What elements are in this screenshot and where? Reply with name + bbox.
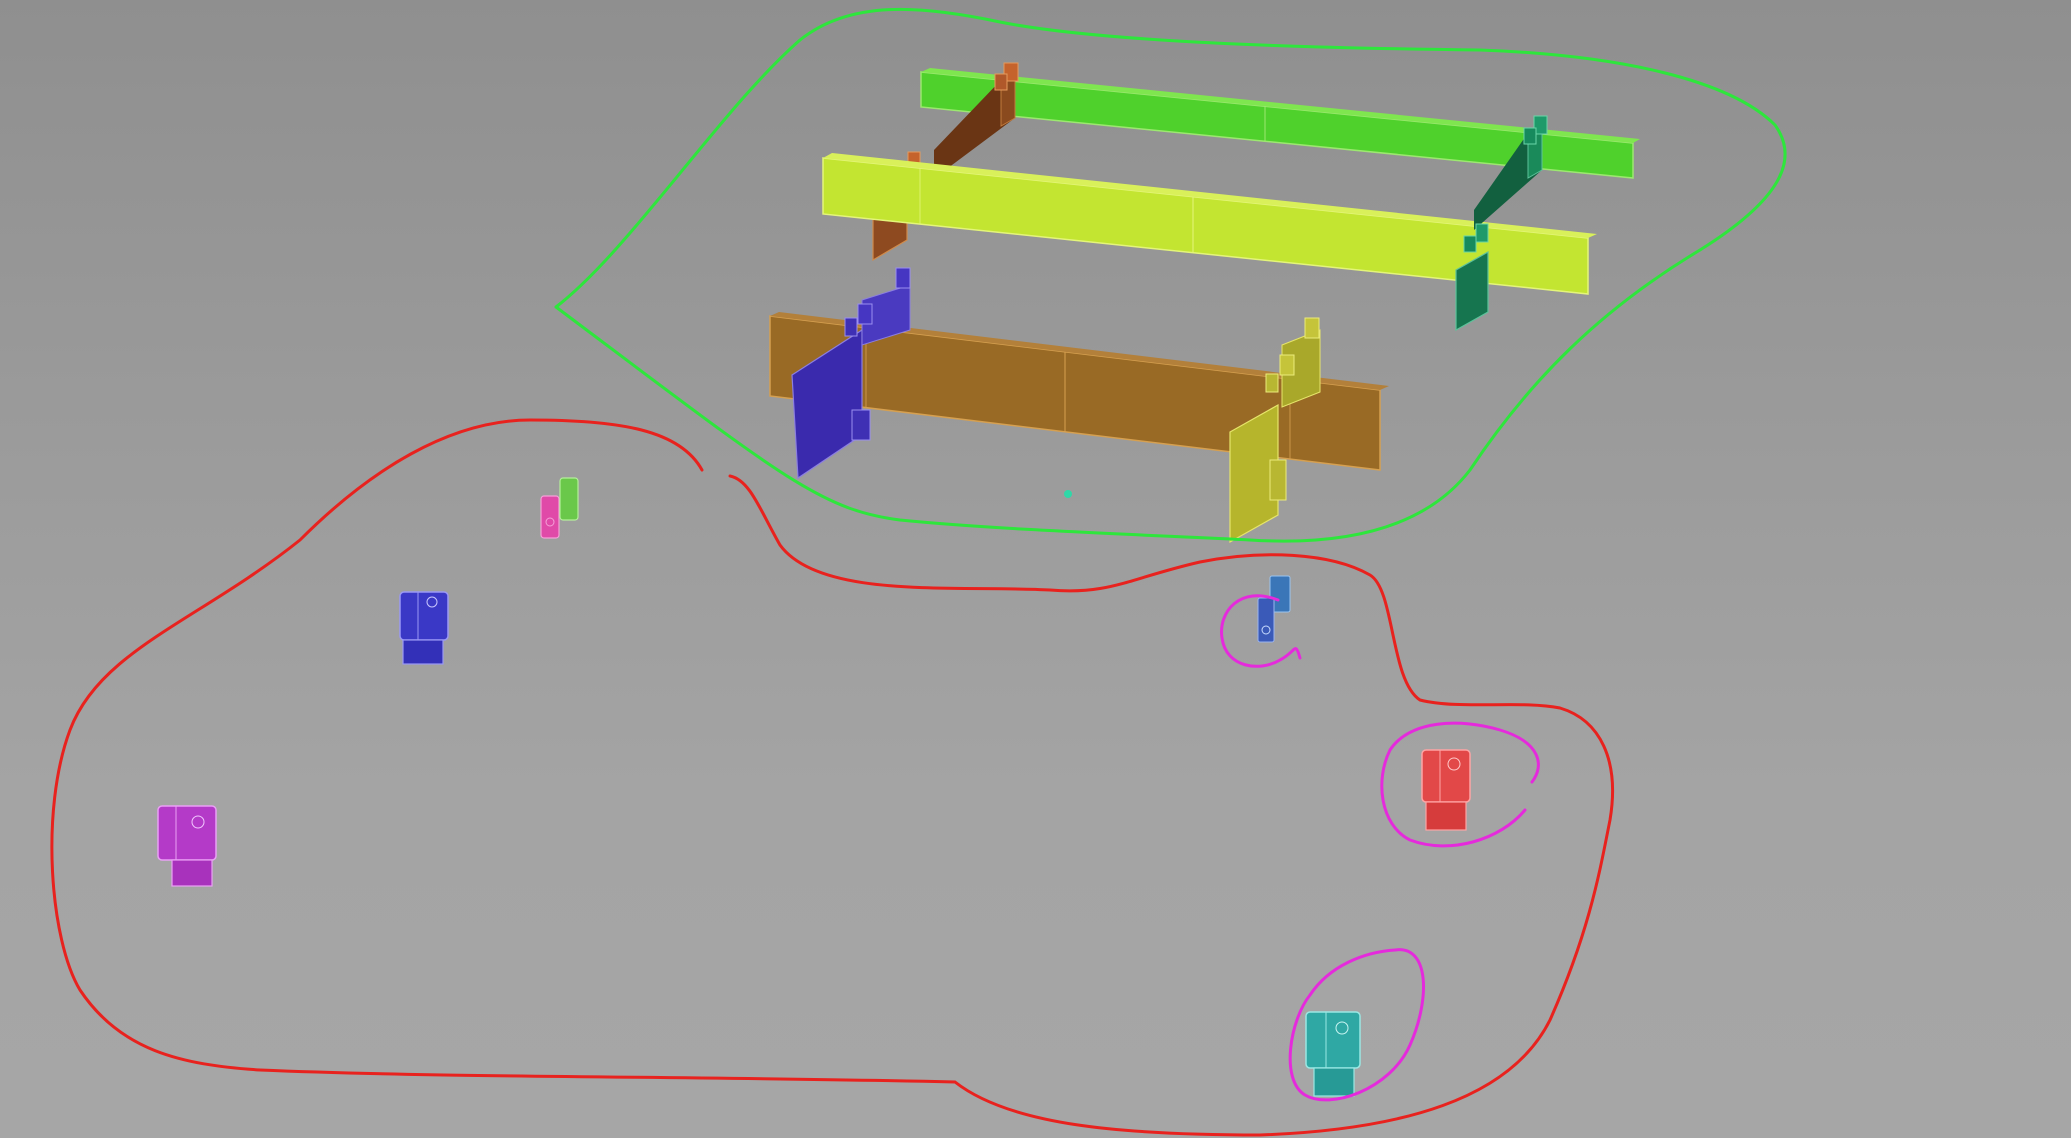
annotation-green-loop	[554, 7, 1787, 543]
annotation-red-loop	[50, 418, 1615, 1137]
part-blue-clip[interactable]	[399, 591, 449, 665]
part-red-clip[interactable]	[1421, 749, 1471, 831]
part-pink-green-pair[interactable]	[540, 477, 579, 539]
pivot-marker	[1064, 490, 1072, 498]
scene-canvas[interactable]	[0, 0, 2071, 1138]
3d-viewport[interactable]	[0, 0, 2071, 1138]
part-teal-clip[interactable]	[1305, 1011, 1361, 1097]
part-blue-teal-small[interactable]	[1257, 575, 1291, 643]
part-magenta-clip[interactable]	[157, 805, 217, 887]
